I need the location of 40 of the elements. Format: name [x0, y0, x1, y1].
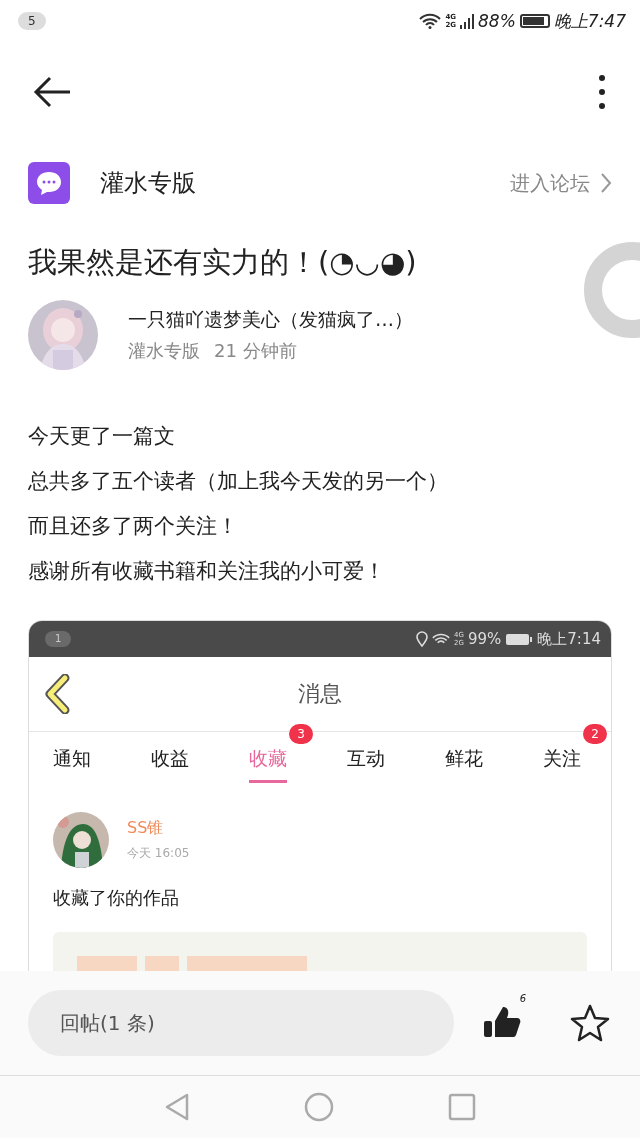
enter-forum-link[interactable]: 进入论坛 — [510, 169, 612, 197]
post-title: 我果然是还有实力的！(◔◡◕) — [28, 244, 418, 281]
back-arrow-icon[interactable] — [32, 76, 72, 108]
chat-bubble-icon — [28, 162, 70, 204]
tab[interactable]: 鲜花 — [445, 739, 483, 783]
notification-badge: 5 — [18, 12, 46, 30]
more-menu-icon[interactable] — [598, 74, 606, 110]
count-badge: 2 — [583, 723, 607, 744]
signal-icon — [460, 13, 474, 29]
body-text: 今天更了一篇文 — [28, 423, 176, 450]
wifi-icon — [432, 632, 451, 646]
chevron-icon — [600, 172, 612, 194]
reply-field[interactable]: 回帖(1 条) — [28, 990, 454, 1056]
tab[interactable]: 通知 — [53, 739, 91, 783]
like-count: 6 — [519, 993, 526, 1004]
board-name: 灌水专版 — [128, 339, 200, 363]
count-badge: 3 — [289, 723, 313, 744]
message-time: 今天 16:05 — [127, 845, 190, 862]
battery-percent: 99% — [467, 630, 502, 648]
battery-icon — [505, 632, 534, 646]
post-time: 21 分钟前 — [214, 339, 297, 363]
body-text: 总共多了五个读者（加上我今天发的另一个） — [28, 468, 449, 495]
tab[interactable]: 互动 — [347, 739, 385, 783]
tab[interactable]: 收益 — [151, 739, 189, 783]
wifi-icon — [419, 13, 442, 29]
body-text: 感谢所有收藏书籍和关注我的小可爱！ — [28, 558, 386, 585]
clock: 晚上7:14 — [537, 629, 601, 649]
author-name[interactable]: 一只猫吖遗梦美心（发猫疯了…） — [128, 307, 413, 333]
notification-badge: 1 — [45, 631, 72, 647]
screen-title: 消息 — [298, 680, 342, 708]
star-icon[interactable] — [570, 1004, 610, 1042]
battery-icon — [519, 14, 550, 28]
forum-name: 灌水专版 — [100, 168, 197, 199]
clock: 晚上7:47 — [553, 9, 626, 33]
user-name: SS锥 — [127, 818, 165, 839]
location-icon — [416, 631, 429, 647]
battery-percent: 88% — [478, 11, 516, 31]
body-text: 而且还多了两个关注！ — [28, 513, 239, 540]
message-text: 收藏了你的作品 — [53, 886, 180, 910]
back-chevron-icon[interactable] — [45, 674, 71, 714]
